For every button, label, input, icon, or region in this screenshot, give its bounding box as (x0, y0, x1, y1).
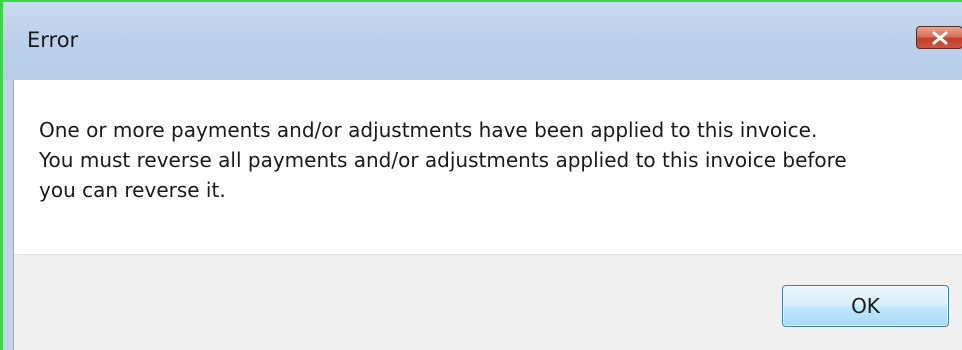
message-line-3: you can reverse it. (39, 178, 226, 202)
error-message: One or more payments and/or adjustments … (39, 115, 939, 205)
error-dialog-window: Error One or more payments and/or adjust… (0, 0, 962, 350)
ok-button[interactable]: OK (782, 285, 949, 327)
message-line-1: One or more payments and/or adjustments … (39, 118, 818, 142)
message-line-2: You must reverse all payments and/or adj… (39, 148, 847, 172)
close-button[interactable] (916, 26, 962, 49)
title-bar[interactable]: Error (3, 2, 962, 80)
close-x-icon (932, 31, 948, 45)
dialog-body: One or more payments and/or adjustments … (13, 80, 962, 350)
dialog-title: Error (27, 28, 79, 52)
button-area: OK (14, 254, 962, 350)
